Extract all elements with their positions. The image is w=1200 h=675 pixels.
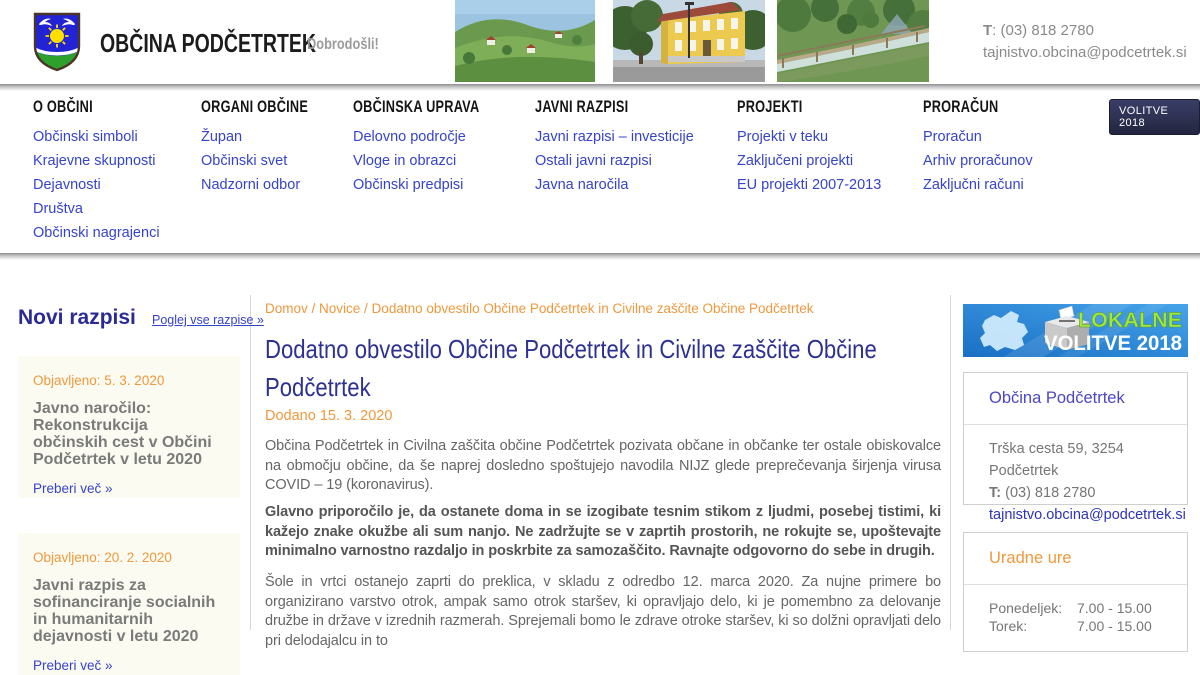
nav-link-dejavnosti[interactable]: Dejavnosti	[33, 173, 160, 197]
read-more-link[interactable]: Preberi več »	[33, 481, 113, 496]
news-published-date: Objavljeno: 20. 2. 2020	[33, 550, 172, 565]
right-column-separator	[950, 295, 951, 630]
header-photo-building	[613, 0, 765, 82]
nav-link-obcinski-simboli[interactable]: Občinski simboli	[33, 125, 160, 149]
nav-heading-javni-razpisi: JAVNI RAZPISI	[535, 97, 629, 116]
read-more-link[interactable]: Preberi več »	[33, 658, 113, 673]
nav-link-projekti-v-teku[interactable]: Projekti v teku	[737, 125, 881, 149]
contact-email-link[interactable]: tajnistvo.obcina@podcetrtek.si	[989, 504, 1186, 526]
nav-link-zakljuceni-projekti[interactable]: Zaključeni projekti	[737, 149, 881, 173]
article-date: Dodano 15. 3. 2020	[265, 408, 393, 424]
header-contact: T: (03) 818 2780 tajnistvo.obcina@podcet…	[983, 20, 1187, 64]
nav-link-arhiv-proracunov[interactable]: Arhiv proračunov	[923, 149, 1033, 173]
nav-heading-o-obcini: O OBČINI	[33, 97, 93, 116]
welcome-text: Dobrodošli!	[307, 36, 379, 53]
nav-link-obcinski-predpisi[interactable]: Občinski predpisi	[353, 173, 522, 197]
nav-link-javni-razpisi-investicije[interactable]: Javni razpisi – investicije	[535, 125, 694, 149]
news-title: Javni razpis za sofinanciranje socialnih…	[33, 577, 216, 645]
nav-link-eu-projekti[interactable]: EU projekti 2007-2013	[737, 173, 881, 197]
office-hours-row: Ponedeljek: 7.00 - 15.00	[989, 600, 1152, 616]
nav-heading-proracun: PRORAČUN	[923, 97, 999, 116]
contact-box-body: Trška cesta 59, 3254 Podčetrtek T: (03) …	[964, 425, 1187, 541]
nav-link-obcinski-svet[interactable]: Občinski svet	[201, 149, 344, 173]
nav-column-obcinska-uprava: OBČINSKA UPRAVA Delovno področje Vloge i…	[353, 97, 522, 197]
left-column-separator	[250, 295, 251, 630]
nav-link-obcinski-nagrajenci[interactable]: Občinski nagrajenci	[33, 221, 160, 245]
office-hours-body: Ponedeljek: 7.00 - 15.00 Torek: 7.00 - 1…	[964, 585, 1187, 650]
news-published-date: Objavljeno: 5. 3. 2020	[33, 373, 165, 388]
nav-heading-projekti: PROJEKTI	[737, 97, 803, 116]
news-card-2[interactable]: Objavljeno: 20. 2. 2020 Javni razpis za …	[18, 533, 240, 675]
nav-column-javni-razpisi: JAVNI RAZPISI Javni razpisi – investicij…	[535, 97, 694, 197]
header-email: tajnistvo.obcina@podcetrtek.si	[983, 44, 1187, 61]
sidebar-news-title: Novi razpisi	[18, 306, 136, 329]
header-divider	[0, 84, 1200, 91]
nav-heading-obcinska-uprava: OBČINSKA UPRAVA	[353, 97, 480, 116]
municipality-contact-box: Občina Podčetrtek Trška cesta 59, 3254 P…	[963, 372, 1188, 523]
banner-line2: VOLITVE 2018	[1044, 332, 1182, 355]
banner-line1: LOKALNE	[1078, 309, 1182, 332]
nav-column-proracun: PRORAČUN Proračun Arhiv proračunov Zaklj…	[923, 97, 1033, 197]
ballot-box-banner-art: LOKALNE VOLITVE 2018	[963, 304, 1188, 357]
nav-column-organi-obcine: ORGANI OBČINE Župan Občinski svet Nadzor…	[201, 97, 344, 197]
volitve-2018-button[interactable]: VOLITVE 2018	[1109, 99, 1200, 135]
nav-link-delovno-podrocje[interactable]: Delovno področje	[353, 125, 522, 149]
coat-of-arms-icon	[33, 12, 81, 72]
nav-column-o-obcini: O OBČINI Občinski simboli Krajevne skupn…	[33, 97, 160, 245]
nav-link-krajevne-skupnosti[interactable]: Krajevne skupnosti	[33, 149, 160, 173]
nav-link-zakljucni-racuni[interactable]: Zaključni računi	[923, 173, 1033, 197]
nav-link-javna-narocila[interactable]: Javna naročila	[535, 173, 694, 197]
article-title: Dodatno obvestilo Občine Podčetrtek in C…	[265, 334, 877, 402]
municipality-logo[interactable]	[33, 12, 81, 73]
breadcrumb: Domov / Novice / Dodatno obvestilo Občin…	[265, 301, 814, 316]
contact-phone: T: (03) 818 2780	[989, 485, 1096, 501]
breadcrumb-home-link[interactable]: Domov	[265, 301, 308, 316]
lokalne-volitve-banner[interactable]: LOKALNE VOLITVE 2018	[963, 304, 1188, 357]
header-photo-river	[777, 0, 929, 82]
breadcrumb-novice-link[interactable]: Novice	[319, 301, 360, 316]
nav-heading-organi-obcine: ORGANI OBČINE	[201, 97, 309, 116]
nav-link-proracun[interactable]: Proračun	[923, 125, 1033, 149]
header-photo-hills	[455, 0, 595, 82]
article-paragraph-1: Občina Podčetrtek in Civilna zaščita obč…	[265, 438, 941, 493]
news-card-1[interactable]: Objavljeno: 5. 3. 2020 Javno naročilo: R…	[18, 356, 240, 498]
nav-link-ostali-javni-razpisi[interactable]: Ostali javni razpisi	[535, 149, 694, 173]
contact-box-title[interactable]: Občina Podčetrtek	[964, 373, 1187, 425]
view-all-razpisi-link[interactable]: Poglej vse razpise »	[152, 313, 264, 327]
breadcrumb-current: Dodatno obvestilo Občine Podčetrtek in C…	[371, 301, 814, 316]
contact-address: Trška cesta 59, 3254 Podčetrtek	[989, 441, 1124, 479]
nav-link-drustva[interactable]: Društva	[33, 197, 160, 221]
nav-link-vloge-in-obrazci[interactable]: Vloge in obrazci	[353, 149, 522, 173]
office-hours-title: Uradne ure	[964, 533, 1187, 585]
news-title: Javno naročilo: Rekonstrukcija občinskih…	[33, 400, 212, 468]
header-phone: T: (03) 818 2780	[983, 22, 1094, 39]
article-paragraph-3: Šole in vrtci ostanejo zaprti do preklic…	[265, 574, 941, 649]
article-paragraph-2: Glavno priporočilo je, da ostanete doma …	[265, 504, 941, 559]
nav-link-nadzorni-odbor[interactable]: Nadzorni odbor	[201, 173, 344, 197]
nav-column-projekti: PROJEKTI Projekti v teku Zaključeni proj…	[737, 97, 881, 197]
office-hours-row: Torek: 7.00 - 15.00	[989, 617, 1152, 634]
nav-link-zupan[interactable]: Župan	[201, 125, 344, 149]
nav-divider	[0, 253, 1200, 260]
office-hours-box: Uradne ure Ponedeljek: 7.00 - 15.00 Tore…	[963, 532, 1188, 652]
